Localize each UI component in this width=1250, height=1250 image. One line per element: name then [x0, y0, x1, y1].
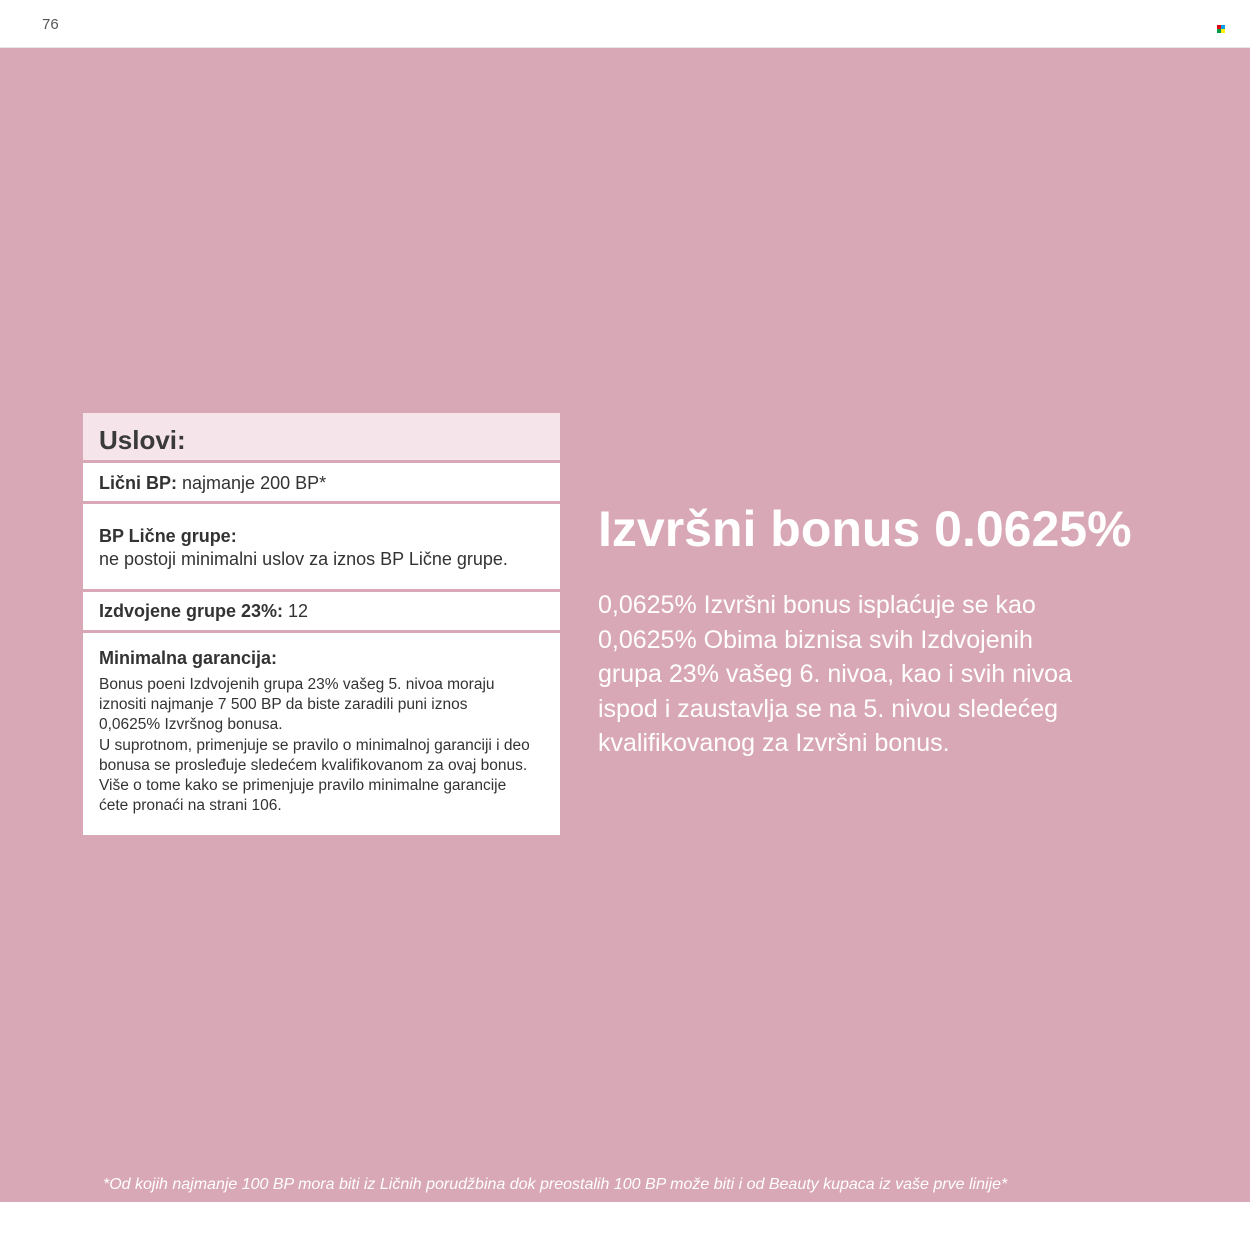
personal-group-bp-row: BP Lične grupe: ne postoji minimalni usl… [83, 504, 560, 589]
personal-bp-value: najmanje 200 BP* [177, 473, 327, 493]
separated-groups-label: Izdvojene grupe 23%: [99, 601, 284, 621]
personal-bp-label: Lični BP: [99, 473, 178, 493]
minimum-guarantee-label: Minimalna garancija: [99, 648, 278, 668]
brand-square-yellow [1221, 29, 1225, 33]
page-header: 76 [0, 0, 1250, 48]
conditions-title: Uslovi: [83, 413, 560, 460]
brand-logo-icon [1217, 25, 1225, 33]
minimum-guarantee-row: Minimalna garancija: Bonus poeni Izdvoje… [83, 633, 560, 835]
personal-group-bp-value: ne postoji minimalni uslov za iznos BP L… [99, 549, 508, 569]
page-title: Izvršni bonus 0.0625% [598, 501, 1132, 557]
personal-group-bp-label: BP Lične grupe: [99, 526, 237, 546]
page-number: 76 [42, 16, 59, 33]
bonus-description: 0,0625% Izvršni bonus isplaćuje se kao 0… [598, 591, 1072, 757]
separated-groups-value: 12 [283, 601, 309, 621]
minimum-guarantee-text: Bonus poeni Izdvojenih grupa 23% vašeg 5… [99, 676, 530, 815]
footnote: *Od kojih najmanje 100 BP mora biti iz L… [103, 1176, 1008, 1193]
separated-groups-row: Izdvojene grupe 23%: 12 [83, 592, 560, 630]
conditions-card: Uslovi: Lični BP: najmanje 200 BP* BP Li… [83, 413, 560, 836]
personal-bp-row: Lični BP: najmanje 200 BP* [83, 463, 560, 501]
